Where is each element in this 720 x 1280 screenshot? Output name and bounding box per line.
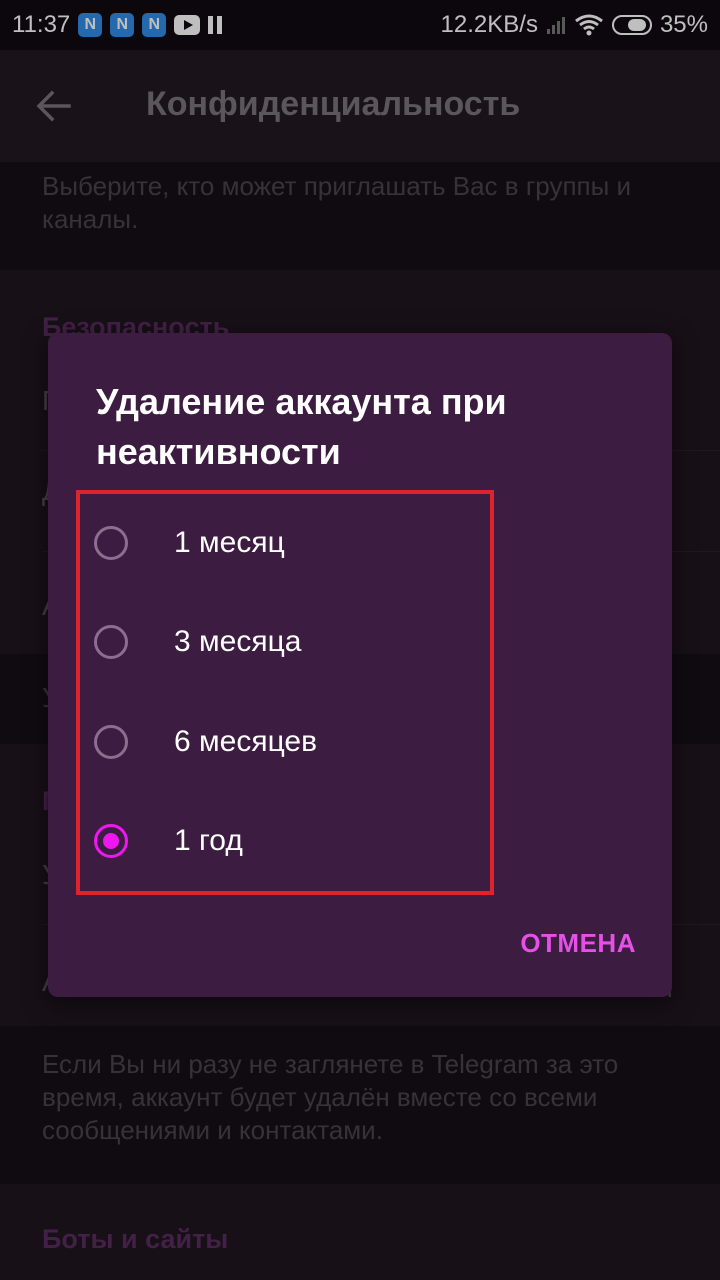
dialog-title: Удаление аккаунта при неактивности <box>96 381 507 472</box>
cancel-button[interactable]: ОТМЕНА <box>520 928 636 959</box>
annotation-highlight-box <box>76 490 494 895</box>
inactivity-dialog: Удаление аккаунта при неактивности 1 мес… <box>48 333 672 997</box>
